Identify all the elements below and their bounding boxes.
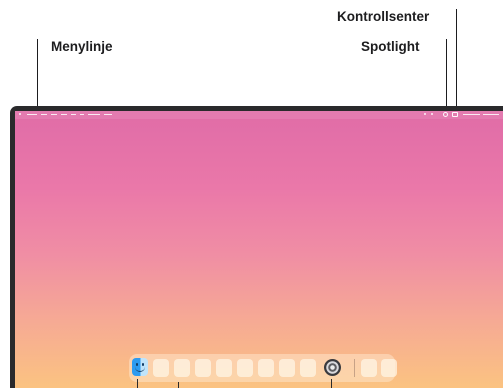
dock-app-placeholder[interactable] [216,359,232,377]
dock-callout-line-system-settings [331,379,332,388]
system-settings-icon[interactable] [324,359,341,376]
menu-bar-status-icon[interactable] [424,113,426,115]
spotlight-magnifying-glass-icon[interactable] [443,112,448,117]
callout-label-spotlight: Spotlight [361,39,420,54]
dock-app-placeholder[interactable] [237,359,253,377]
menu-bar-item[interactable] [51,114,57,115]
finder-eye [136,363,138,366]
menu-bar-item[interactable] [41,114,47,115]
callout-label-menubar: Menylinje [51,39,113,54]
dock-app-placeholder[interactable] [381,359,397,377]
dock-app-placeholder[interactable] [195,359,211,377]
menu-bar-clock[interactable] [483,114,499,115]
dock-app-placeholder[interactable] [300,359,316,377]
dock-app-placeholder[interactable] [174,359,190,377]
dock-app-placeholder[interactable] [279,359,295,377]
dock-callout-line-finder [137,379,138,388]
menu-bar-item[interactable] [104,114,112,115]
dock-app-placeholder[interactable] [258,359,274,377]
apple-menu-icon[interactable] [19,113,21,115]
leader-line-spotlight [446,39,447,115]
menu-bar[interactable] [15,111,503,119]
menu-bar-status-icon[interactable] [431,113,433,115]
dock-callout-line-dock [178,382,179,388]
dock-app-placeholder[interactable] [361,359,377,377]
menu-bar-clock[interactable] [463,114,480,115]
menu-bar-item[interactable] [88,114,100,115]
menu-bar-item[interactable] [80,114,84,115]
finder-icon[interactable] [132,358,148,376]
control-centre-icon[interactable] [452,112,458,117]
dock [129,354,397,382]
menu-bar-item[interactable] [71,114,76,115]
desktop-wallpaper [15,111,503,388]
menu-bar-item[interactable] [61,114,67,115]
leader-line-control-centre [456,9,457,115]
callout-label-control-centre: Kontrollsenter [337,9,430,24]
dock-app-placeholder[interactable] [153,359,169,377]
finder-smile [135,367,145,372]
mac-screen-frame [10,106,503,388]
leader-line-menubar [37,39,38,115]
dock-divider [354,359,355,377]
finder-eye [142,363,144,366]
menu-bar-item[interactable] [27,114,37,115]
